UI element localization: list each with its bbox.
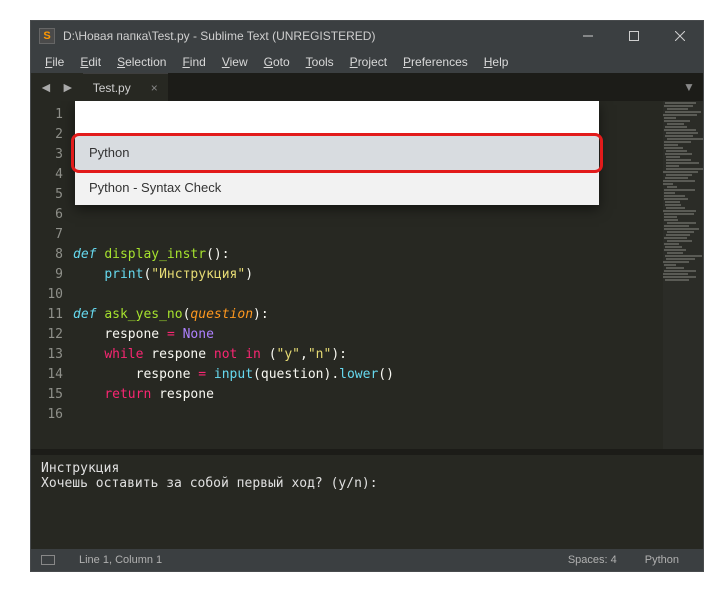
menu-help[interactable]: Help bbox=[476, 53, 517, 71]
minimap[interactable] bbox=[663, 101, 703, 449]
app-icon: S bbox=[39, 28, 55, 44]
menu-goto[interactable]: Goto bbox=[256, 53, 298, 71]
tab-label: Test.py bbox=[93, 81, 131, 95]
statusbar: Line 1, Column 1 Spaces: 4 Python bbox=[31, 549, 703, 571]
tab-close-icon[interactable]: × bbox=[151, 81, 158, 95]
palette-input[interactable] bbox=[75, 101, 599, 135]
editor-area: 12345678910111213141516 def display_inst… bbox=[31, 101, 703, 449]
menu-edit[interactable]: Edit bbox=[72, 53, 109, 71]
tab-nav: ◄ ► bbox=[31, 73, 83, 101]
minimize-button[interactable] bbox=[565, 21, 611, 51]
sublime-window: S D:\Новая папка\Test.py - Sublime Text … bbox=[30, 20, 704, 572]
command-palette: PythonPython - Syntax Check bbox=[75, 101, 599, 205]
tab-history-back-icon[interactable]: ◄ bbox=[37, 79, 55, 95]
tab-history-forward-icon[interactable]: ► bbox=[59, 79, 77, 95]
panel-switcher-icon[interactable] bbox=[41, 555, 55, 565]
menu-find[interactable]: Find bbox=[174, 53, 213, 71]
tab-spacer bbox=[168, 73, 675, 101]
indent-setting[interactable]: Spaces: 4 bbox=[554, 554, 631, 566]
menu-view[interactable]: View bbox=[214, 53, 256, 71]
tab-testpy[interactable]: Test.py × bbox=[83, 73, 168, 101]
menubar: FileEditSelectionFindViewGotoToolsProjec… bbox=[31, 51, 703, 73]
palette-item[interactable]: Python - Syntax Check bbox=[75, 170, 599, 205]
line-gutter: 12345678910111213141516 bbox=[31, 101, 73, 449]
maximize-button[interactable] bbox=[611, 21, 657, 51]
cursor-position[interactable]: Line 1, Column 1 bbox=[65, 554, 176, 566]
close-button[interactable] bbox=[657, 21, 703, 51]
tab-dropdown-icon[interactable]: ▼ bbox=[675, 73, 703, 101]
palette-item[interactable]: Python bbox=[75, 135, 599, 170]
titlebar: S D:\Новая папка\Test.py - Sublime Text … bbox=[31, 21, 703, 51]
syntax-setting[interactable]: Python bbox=[631, 554, 693, 566]
tab-bar: ◄ ► Test.py × ▼ bbox=[31, 73, 703, 101]
window-controls bbox=[565, 21, 703, 51]
menu-preferences[interactable]: Preferences bbox=[395, 53, 476, 71]
menu-file[interactable]: File bbox=[37, 53, 72, 71]
build-output-panel[interactable]: Инструкция Хочешь оставить за собой перв… bbox=[31, 449, 703, 549]
menu-tools[interactable]: Tools bbox=[298, 53, 342, 71]
window-title: D:\Новая папка\Test.py - Sublime Text (U… bbox=[63, 29, 565, 43]
menu-selection[interactable]: Selection bbox=[109, 53, 174, 71]
menu-project[interactable]: Project bbox=[342, 53, 395, 71]
